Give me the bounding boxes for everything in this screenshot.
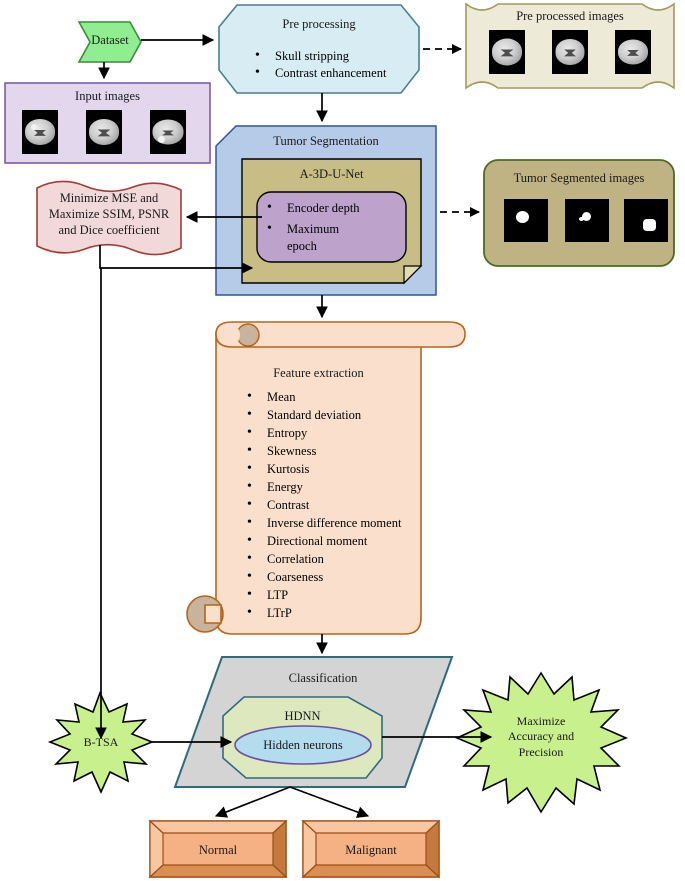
segmented-thumb-3 <box>624 199 668 242</box>
tumor-segmented-images-label: Tumor Segmented images <box>513 171 645 185</box>
unet-params-bullet-1: Maximum epoch <box>265 220 359 255</box>
unet-params-bullets: Encoder depth Maximum epoch <box>265 199 360 259</box>
feature-extraction-bullets: Mean Standard deviation Entropy Skewness… <box>245 390 401 625</box>
tumor-segmentation-label: Tumor Segmentation <box>273 134 379 148</box>
segmented-thumb-1 <box>504 199 548 242</box>
maximize-accuracy-line-0: Maximize <box>516 714 566 728</box>
normal-label: Normal <box>198 843 238 857</box>
classification-label: Classification <box>288 671 358 685</box>
preprocessed-mri-thumb-1 <box>489 30 525 74</box>
hdnn-label: HDNN <box>284 709 321 723</box>
edge-classification-to-malignant <box>289 786 370 818</box>
feature-bullet-1: Standard deviation <box>245 408 401 421</box>
dataset-label: Dataset <box>91 33 129 47</box>
metrics-line-0: Minimize MSE and <box>59 191 159 205</box>
hidden-neurons-label: Hidden neurons <box>263 738 343 752</box>
maximize-accuracy-text-wrap: Maximize Accuracy and Precision <box>487 714 595 760</box>
preprocessed-mri-thumb-3 <box>615 30 651 74</box>
preprocessed-images-label: Pre processed images <box>516 9 624 23</box>
feature-bullet-2: Entropy <box>245 426 401 439</box>
feature-bullet-4: Kurtosis <box>245 462 401 475</box>
preprocessing-bullets: Skull stripping Contrast enhancement <box>253 49 386 83</box>
feature-bullet-3: Skewness <box>245 444 401 457</box>
metrics-line-2: and Dice coefficient <box>58 223 160 237</box>
unet-params-bullet-0: Encoder depth <box>265 199 360 218</box>
btsa-label: B-TSA <box>83 735 119 749</box>
feature-bullet-9: Correlation <box>245 552 401 565</box>
feature-bullet-10: Coarseness <box>245 570 401 583</box>
preprocessed-mri-thumb-2 <box>552 30 588 74</box>
feature-bullet-7: Inverse difference moment <box>245 516 401 529</box>
feature-bullet-12: LTrP <box>245 606 401 619</box>
input-mri-thumb-1 <box>22 110 58 154</box>
metrics-text-wrap: Minimize MSE and Maximize SSIM, PSNR and… <box>37 190 181 238</box>
preprocessing-bullet-0: Skull stripping <box>253 49 386 62</box>
maximize-accuracy-line-2: Precision <box>518 744 564 759</box>
malignant-label: Malignant <box>345 843 397 857</box>
preprocessing-bullet-1: Contrast enhancement <box>253 66 386 79</box>
preprocessing-label: Pre processing <box>282 17 356 31</box>
maximize-accuracy-line-1: Accuracy and <box>507 729 575 744</box>
metrics-line-1: Maximize SSIM, PSNR <box>48 207 170 221</box>
feature-bullet-5: Energy <box>245 480 401 493</box>
input-mri-thumb-3 <box>150 110 186 154</box>
feature-extraction-label: Feature extraction <box>273 366 364 380</box>
edge-classification-to-normal <box>214 786 291 818</box>
input-mri-thumb-2 <box>86 110 122 154</box>
feature-bullet-11: LTP <box>245 588 401 601</box>
segmented-thumb-2 <box>565 199 609 242</box>
feature-bullet-6: Contrast <box>245 498 401 511</box>
input-images-label: Input images <box>75 89 140 103</box>
a3dunet-label: A-3D-U-Net <box>299 167 364 181</box>
feature-bullet-0: Mean <box>245 390 401 403</box>
feature-bullet-8: Directional moment <box>245 534 401 547</box>
